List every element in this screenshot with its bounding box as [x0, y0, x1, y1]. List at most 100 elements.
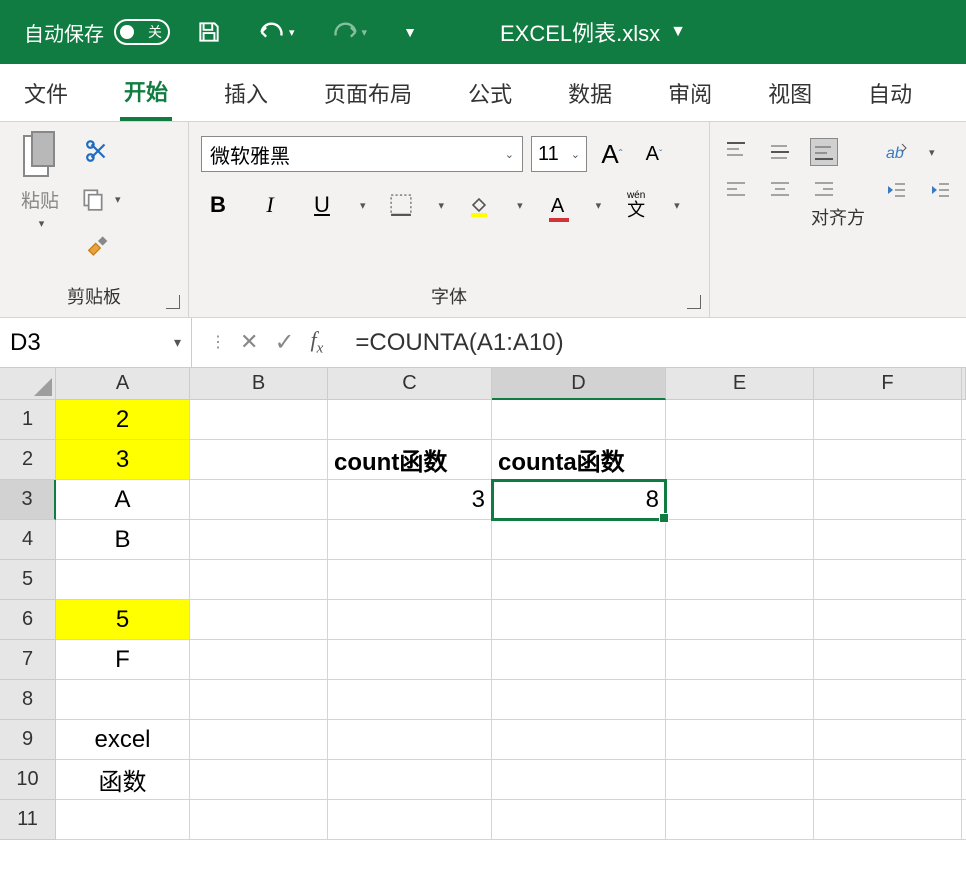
- copy-button[interactable]: [76, 182, 110, 216]
- tab-pagelayout[interactable]: 页面布局: [320, 67, 416, 119]
- cell-E6[interactable]: [666, 600, 814, 640]
- fill-color-button[interactable]: [462, 188, 496, 222]
- chevron-down-icon[interactable]: ▾: [439, 199, 445, 212]
- col-header-D[interactable]: D: [492, 368, 666, 400]
- tab-insert[interactable]: 插入: [220, 67, 272, 119]
- align-left-button[interactable]: [722, 176, 750, 204]
- cancel-formula-button[interactable]: ✕: [240, 329, 258, 355]
- chevron-down-icon[interactable]: ▾: [360, 199, 366, 212]
- row-header-3[interactable]: 3: [0, 480, 56, 520]
- tab-auto[interactable]: 自动: [864, 67, 916, 119]
- row-header-2[interactable]: 2: [0, 440, 56, 480]
- font-launcher[interactable]: [687, 295, 701, 309]
- col-header-E[interactable]: E: [666, 368, 814, 400]
- cell-D9[interactable]: [492, 720, 666, 760]
- row-header-10[interactable]: 10: [0, 760, 56, 800]
- row-header-9[interactable]: 9: [0, 720, 56, 760]
- cell-F11[interactable]: [814, 800, 962, 840]
- format-painter-button[interactable]: [76, 230, 121, 266]
- cell-A2[interactable]: 3: [56, 440, 190, 480]
- cell-B2[interactable]: [190, 440, 328, 480]
- cell-D4[interactable]: [492, 520, 666, 560]
- cell-C9[interactable]: [328, 720, 492, 760]
- align-bottom-button[interactable]: [810, 138, 838, 166]
- cell-A10[interactable]: 函数: [56, 760, 190, 800]
- cell-C7[interactable]: [328, 640, 492, 680]
- cell-D11[interactable]: [492, 800, 666, 840]
- fx-button[interactable]: fx: [311, 327, 324, 357]
- cell-F7[interactable]: [814, 640, 962, 680]
- align-top-button[interactable]: [722, 138, 750, 166]
- increase-indent-button[interactable]: [926, 176, 954, 204]
- cell-B3[interactable]: [190, 480, 328, 520]
- cell-B4[interactable]: [190, 520, 328, 560]
- bold-button[interactable]: B: [201, 188, 235, 222]
- cell-D1[interactable]: [492, 400, 666, 440]
- chevron-down-icon[interactable]: ▾: [517, 199, 523, 212]
- col-header-A[interactable]: A: [56, 368, 190, 400]
- cell-B8[interactable]: [190, 680, 328, 720]
- cell-B11[interactable]: [190, 800, 328, 840]
- cell-A11[interactable]: [56, 800, 190, 840]
- col-header-F[interactable]: F: [814, 368, 962, 400]
- cell-E4[interactable]: [666, 520, 814, 560]
- decrease-indent-button[interactable]: [882, 176, 910, 204]
- cell-B5[interactable]: [190, 560, 328, 600]
- cell-C10[interactable]: [328, 760, 492, 800]
- tab-view[interactable]: 视图: [764, 67, 816, 119]
- align-middle-button[interactable]: [766, 138, 794, 166]
- cell-A1[interactable]: 2: [56, 400, 190, 440]
- clipboard-launcher[interactable]: [166, 295, 180, 309]
- cell-A6[interactable]: 5: [56, 600, 190, 640]
- increase-font-button[interactable]: Aˆ: [595, 137, 629, 171]
- cell-A5[interactable]: [56, 560, 190, 600]
- formula-input[interactable]: =COUNTA(A1:A10): [341, 329, 966, 357]
- cell-D2[interactable]: counta函数: [492, 440, 666, 480]
- orientation-button[interactable]: ab: [882, 138, 910, 166]
- cell-B6[interactable]: [190, 600, 328, 640]
- row-header-11[interactable]: 11: [0, 800, 56, 840]
- col-header-C[interactable]: C: [328, 368, 492, 400]
- cell-E1[interactable]: [666, 400, 814, 440]
- cell-C6[interactable]: [328, 600, 492, 640]
- cell-F5[interactable]: [814, 560, 962, 600]
- chevron-down-icon[interactable]: ▾: [596, 199, 602, 212]
- cell-D8[interactable]: [492, 680, 666, 720]
- cell-F8[interactable]: [814, 680, 962, 720]
- row-header-4[interactable]: 4: [0, 520, 56, 560]
- cell-A8[interactable]: [56, 680, 190, 720]
- cell-F3[interactable]: [814, 480, 962, 520]
- phonetic-button[interactable]: wén 文: [619, 188, 653, 222]
- cell-A4[interactable]: B: [56, 520, 190, 560]
- row-header-5[interactable]: 5: [0, 560, 56, 600]
- cell-D7[interactable]: [492, 640, 666, 680]
- filename[interactable]: EXCEL例表.xlsx ▼: [280, 16, 686, 48]
- font-color-button[interactable]: A: [541, 188, 575, 222]
- cell-E7[interactable]: [666, 640, 814, 680]
- italic-button[interactable]: I: [253, 188, 287, 222]
- font-size-select[interactable]: 11 ⌄: [531, 136, 587, 172]
- tab-file[interactable]: 文件: [20, 67, 72, 119]
- font-name-select[interactable]: 微软雅黑 ⌄: [201, 136, 523, 172]
- autosave-switch[interactable]: 关: [114, 19, 170, 45]
- chevron-down-icon[interactable]: ▾: [674, 199, 680, 212]
- cell-F4[interactable]: [814, 520, 962, 560]
- cell-C11[interactable]: [328, 800, 492, 840]
- cell-E8[interactable]: [666, 680, 814, 720]
- tab-formulas[interactable]: 公式: [464, 67, 516, 119]
- cell-B10[interactable]: [190, 760, 328, 800]
- row-header-1[interactable]: 1: [0, 400, 56, 440]
- cell-A9[interactable]: excel: [56, 720, 190, 760]
- cell-E11[interactable]: [666, 800, 814, 840]
- align-right-button[interactable]: [810, 176, 838, 204]
- cell-F6[interactable]: [814, 600, 962, 640]
- cell-E2[interactable]: [666, 440, 814, 480]
- cell-D5[interactable]: [492, 560, 666, 600]
- tab-review[interactable]: 审阅: [664, 67, 716, 119]
- cell-D6[interactable]: [492, 600, 666, 640]
- border-button[interactable]: [384, 188, 418, 222]
- cell-B7[interactable]: [190, 640, 328, 680]
- cell-C8[interactable]: [328, 680, 492, 720]
- cell-A7[interactable]: F: [56, 640, 190, 680]
- row-header-8[interactable]: 8: [0, 680, 56, 720]
